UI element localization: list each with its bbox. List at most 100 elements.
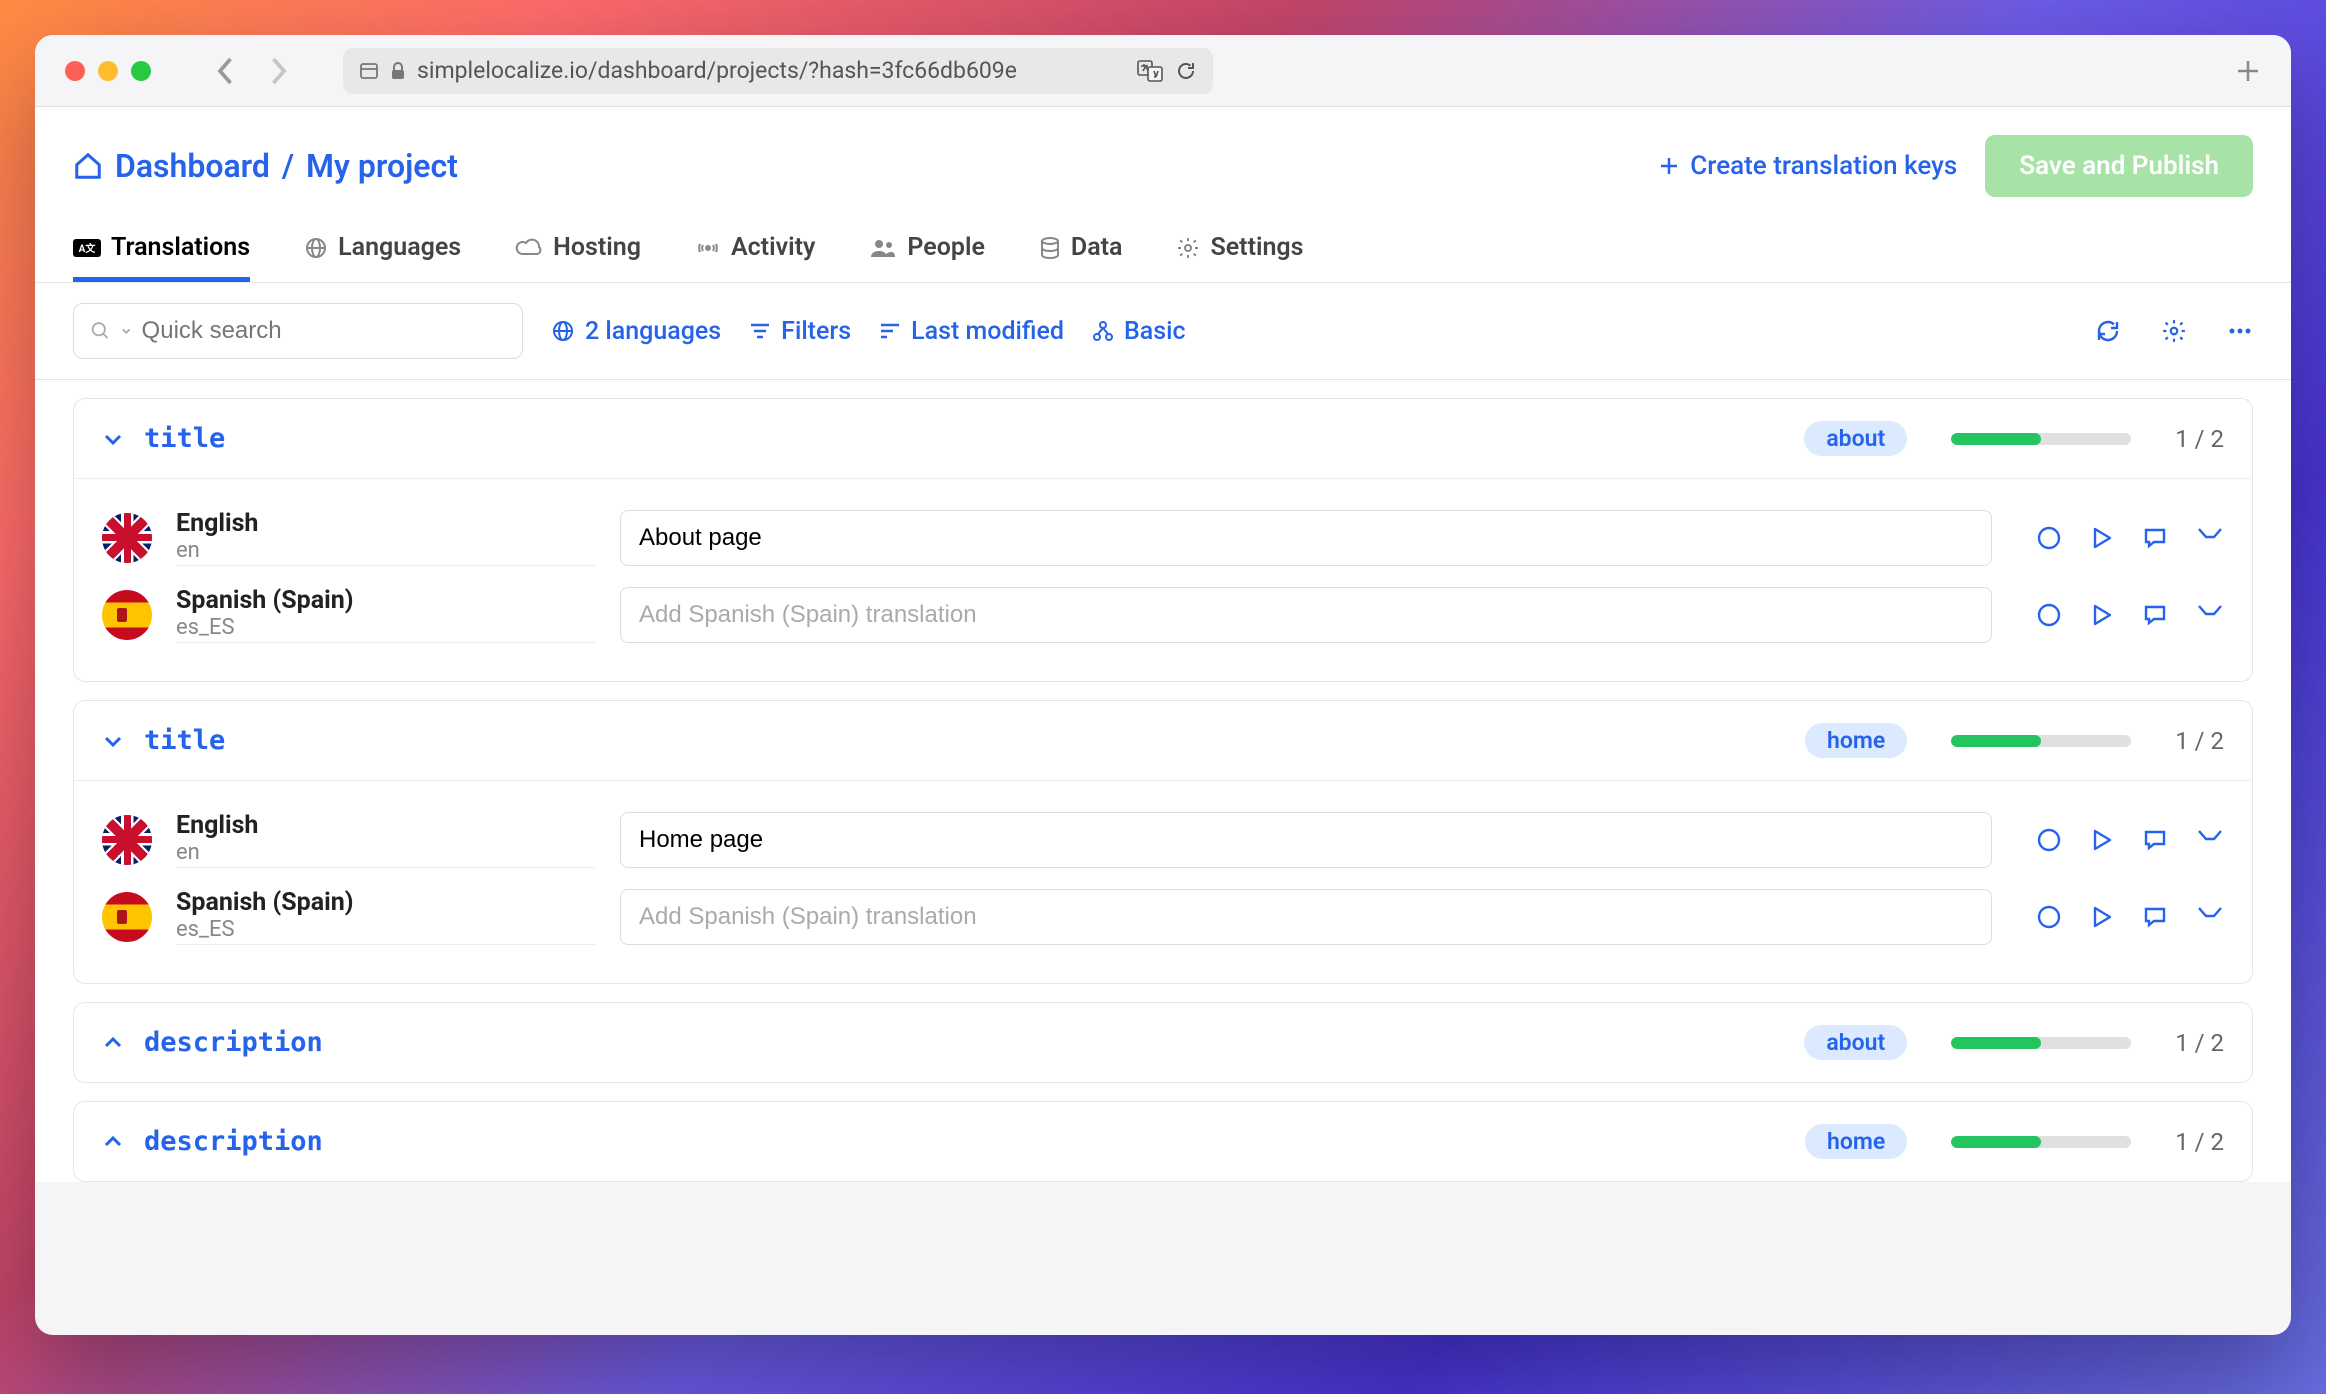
tab-data[interactable]: Data <box>1039 217 1123 282</box>
cloud-icon <box>515 236 543 260</box>
translation-input[interactable] <box>620 812 1992 868</box>
key-name: title <box>144 725 225 756</box>
languages-filter-label: 2 languages <box>585 317 721 346</box>
status-circle-icon[interactable] <box>2036 602 2062 628</box>
site-settings-icon <box>359 61 379 81</box>
play-icon[interactable] <box>2090 904 2114 930</box>
toolbar: 2 languages Filters Last modified Basic <box>35 283 2291 380</box>
language-info: English en <box>176 811 596 868</box>
shortcut-icon[interactable] <box>2196 827 2224 853</box>
save-and-publish-label: Save and Publish <box>2019 151 2219 181</box>
quick-search[interactable] <box>73 303 523 359</box>
key-header[interactable]: description about 1 / 2 <box>74 1003 2252 1082</box>
key-card: description home 1 / 2 <box>73 1101 2253 1182</box>
status-circle-icon[interactable] <box>2036 827 2062 853</box>
tab-label: Languages <box>338 233 461 262</box>
play-icon[interactable] <box>2090 827 2114 853</box>
save-and-publish-button[interactable]: Save and Publish <box>1985 135 2253 197</box>
new-tab-button[interactable] <box>2235 58 2261 84</box>
people-icon <box>869 237 897 259</box>
nav-back-button[interactable] <box>215 56 237 86</box>
tab-languages[interactable]: Languages <box>304 217 461 282</box>
tab-people[interactable]: People <box>869 217 985 282</box>
language-code: es_ES <box>176 917 596 942</box>
page-header: Dashboard / My project Create translatio… <box>35 107 2291 217</box>
titlebar: simplelocalize.io/dashboard/projects/?ha… <box>35 35 2291 107</box>
refresh-button[interactable] <box>2095 318 2121 344</box>
play-icon[interactable] <box>2090 602 2114 628</box>
filter-icon <box>749 321 771 341</box>
namespace-badge: home <box>1805 723 1907 758</box>
filters-label: Filters <box>781 317 851 346</box>
tab-translations[interactable]: A文 Translations <box>73 217 250 282</box>
status-circle-icon[interactable] <box>2036 904 2062 930</box>
key-card: title home 1 / 2 English en Spanish (Spa… <box>73 700 2253 984</box>
shortcut-icon[interactable] <box>2196 904 2224 930</box>
flag-icon <box>102 590 152 640</box>
languages-filter[interactable]: 2 languages <box>551 317 721 346</box>
globe-icon <box>551 319 575 343</box>
key-list: title about 1 / 2 English en Spanish (Sp… <box>35 398 2291 1182</box>
breadcrumb-project[interactable]: My project <box>306 147 458 185</box>
sort-button[interactable]: Last modified <box>879 317 1064 346</box>
shortcut-icon[interactable] <box>2196 602 2224 628</box>
nav-forward-button[interactable] <box>267 56 289 86</box>
key-name: description <box>144 1027 323 1058</box>
comment-icon[interactable] <box>2142 904 2168 930</box>
language-name: English <box>176 811 596 840</box>
tab-settings[interactable]: Settings <box>1176 217 1303 282</box>
chevron-up-icon <box>102 1032 124 1054</box>
row-actions <box>2036 602 2224 628</box>
progress-bar <box>1951 1136 2131 1148</box>
flag-icon <box>102 892 152 942</box>
close-window-button[interactable] <box>65 61 85 81</box>
comment-icon[interactable] <box>2142 602 2168 628</box>
translation-row: Spanish (Spain) es_ES <box>102 878 2224 955</box>
view-button[interactable]: Basic <box>1092 317 1186 346</box>
comment-icon[interactable] <box>2142 827 2168 853</box>
breadcrumb-separator: / <box>282 147 294 185</box>
gear-icon <box>1176 236 1200 260</box>
tab-hosting[interactable]: Hosting <box>515 217 641 282</box>
flag-icon <box>102 815 152 865</box>
language-name: Spanish (Spain) <box>176 586 596 615</box>
tab-label: Data <box>1071 233 1123 262</box>
reload-icon[interactable] <box>1175 60 1197 82</box>
minimize-window-button[interactable] <box>98 61 118 81</box>
namespace-badge: home <box>1805 1124 1907 1159</box>
comment-icon[interactable] <box>2142 525 2168 551</box>
language-name: Spanish (Spain) <box>176 888 596 917</box>
home-icon[interactable] <box>73 151 103 181</box>
tab-label: Translations <box>111 233 250 262</box>
filters-button[interactable]: Filters <box>749 317 851 346</box>
nav-tabs: A文 Translations Languages Hosting Activi… <box>35 217 2291 283</box>
progress-count: 1 / 2 <box>2175 1029 2224 1057</box>
status-circle-icon[interactable] <box>2036 525 2062 551</box>
translation-input[interactable] <box>620 889 1992 945</box>
key-header[interactable]: description home 1 / 2 <box>74 1102 2252 1181</box>
translate-icon[interactable] <box>1137 60 1163 82</box>
play-icon[interactable] <box>2090 525 2114 551</box>
create-translation-keys-button[interactable]: Create translation keys <box>1658 151 1957 181</box>
tab-activity[interactable]: Activity <box>695 217 815 282</box>
tab-label: Activity <box>731 233 815 262</box>
shortcut-icon[interactable] <box>2196 525 2224 551</box>
language-info: Spanish (Spain) es_ES <box>176 888 596 945</box>
more-button[interactable] <box>2227 318 2253 344</box>
language-info: Spanish (Spain) es_ES <box>176 586 596 643</box>
language-code: en <box>176 840 596 865</box>
translation-input[interactable] <box>620 587 1992 643</box>
search-input[interactable] <box>142 317 506 345</box>
settings-button[interactable] <box>2161 318 2187 344</box>
key-header[interactable]: title home 1 / 2 <box>74 701 2252 781</box>
url-bar[interactable]: simplelocalize.io/dashboard/projects/?ha… <box>343 48 1213 94</box>
key-name: title <box>144 423 225 454</box>
progress-count: 1 / 2 <box>2175 727 2224 755</box>
flag-icon <box>102 513 152 563</box>
key-header[interactable]: title about 1 / 2 <box>74 399 2252 479</box>
translation-input[interactable] <box>620 510 1992 566</box>
breadcrumb-root[interactable]: Dashboard <box>115 147 270 185</box>
fullscreen-window-button[interactable] <box>131 61 151 81</box>
translation-row: Spanish (Spain) es_ES <box>102 576 2224 653</box>
svg-text:A文: A文 <box>79 242 97 255</box>
